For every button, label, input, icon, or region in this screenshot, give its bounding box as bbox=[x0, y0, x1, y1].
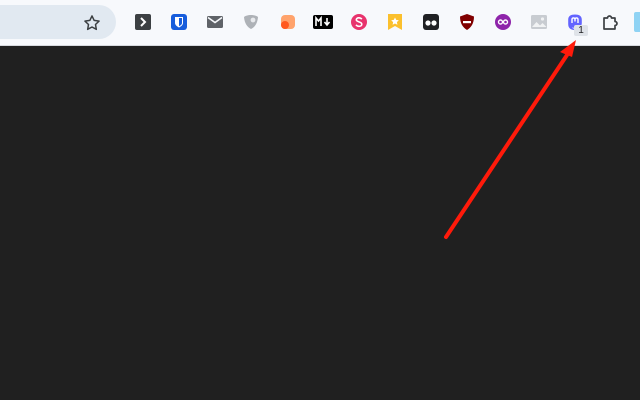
orange-blob-icon[interactable] bbox=[276, 11, 298, 33]
chevron-right-icon[interactable] bbox=[132, 11, 154, 33]
image-icon[interactable] bbox=[528, 11, 550, 33]
bookmark-star-icon[interactable] bbox=[82, 13, 102, 33]
page-content bbox=[0, 47, 640, 400]
bitwarden-shield-icon[interactable] bbox=[168, 11, 190, 33]
markdown-icon[interactable] bbox=[312, 11, 334, 33]
gray-shield-icon[interactable] bbox=[240, 11, 262, 33]
s-circle-icon[interactable] bbox=[348, 11, 370, 33]
two-dots-icon[interactable] bbox=[420, 11, 442, 33]
purple-circle-icon[interactable] bbox=[492, 11, 514, 33]
overflow-extension-icon[interactable] bbox=[634, 12, 640, 32]
notification-badge: 1 bbox=[574, 25, 588, 36]
bookmark-star-icon[interactable] bbox=[384, 11, 406, 33]
envelope-icon[interactable] bbox=[204, 11, 226, 33]
browser-toolbar: 1 bbox=[0, 0, 640, 46]
red-shield-icon[interactable] bbox=[456, 11, 478, 33]
puzzle-piece-icon[interactable] bbox=[600, 11, 622, 33]
